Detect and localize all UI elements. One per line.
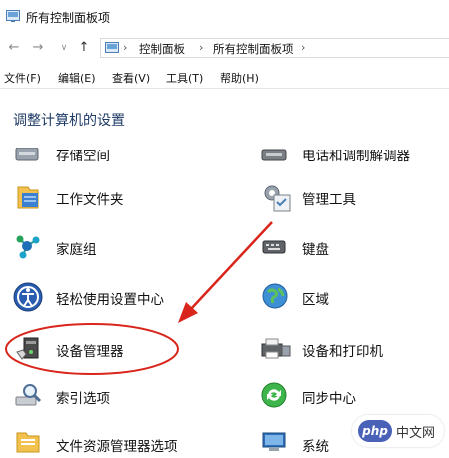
file-explorer-options-icon	[16, 432, 40, 453]
item-label: 同步中心	[302, 391, 356, 407]
up-arrow-icon[interactable]: ↑	[76, 40, 92, 56]
admin-tools-icon	[264, 185, 291, 212]
sync-center-icon	[261, 382, 287, 408]
devices-printers-icon	[261, 338, 291, 359]
item-label: 区域	[302, 292, 329, 308]
item-label: 轻松使用设置中心	[56, 292, 164, 308]
item-label: 电话和调制解调器	[302, 148, 410, 164]
menu-help[interactable]: 帮助(H)	[220, 70, 259, 86]
device-manager-icon	[16, 337, 39, 360]
item-label: 设备管理器	[56, 344, 124, 360]
title-bar: 所有控制面板项	[0, 0, 449, 34]
menu-edit[interactable]: 编辑(E)	[58, 70, 96, 86]
menu-bar: 文件(F) 编辑(E) 查看(V) 工具(T) 帮助(H)	[0, 66, 449, 89]
item-label: 系统	[302, 439, 329, 455]
system-icon	[262, 432, 286, 451]
forward-arrow-icon[interactable]: →	[30, 40, 46, 56]
breadcrumb-separator-icon: ›	[123, 41, 128, 54]
watermark-logo: php	[358, 420, 392, 442]
back-arrow-icon[interactable]: ←	[6, 40, 22, 56]
item-label: 设备和打印机	[302, 344, 383, 360]
window-title: 所有控制面板项	[26, 11, 111, 25]
item-label: 键盘	[302, 242, 329, 258]
homegroup-icon	[16, 235, 40, 259]
indexing-options-icon	[15, 384, 42, 406]
work-folders-icon	[17, 186, 39, 209]
menu-tools[interactable]: 工具(T)	[166, 70, 203, 86]
address-box[interactable]: › 控制面板 › 所有控制面板项 ›	[100, 38, 449, 58]
breadcrumb-separator-icon: ›	[199, 41, 204, 54]
ease-of-access-icon	[13, 282, 43, 312]
item-label: 文件资源管理器选项	[56, 439, 178, 455]
control-panel-icon	[105, 42, 119, 53]
watermark: php 中文网	[352, 415, 444, 447]
address-bar: ← → ∨ ↑ › 控制面板 › 所有控制面板项 ›	[0, 34, 449, 62]
item-label: 管理工具	[302, 192, 356, 208]
item-label: 工作文件夹	[56, 192, 124, 208]
item-label: 索引选项	[56, 391, 110, 407]
watermark-text: 中文网	[396, 426, 436, 441]
menu-view[interactable]: 查看(V)	[112, 70, 150, 86]
storage-icon	[14, 136, 42, 164]
control-panel-icon	[6, 10, 20, 22]
phone-modem-icon	[260, 136, 288, 164]
breadcrumb-control-panel[interactable]: 控制面板	[139, 41, 185, 57]
item-label: 存储空间	[56, 148, 110, 164]
breadcrumb-all-items[interactable]: 所有控制面板项	[213, 41, 294, 57]
item-label: 家庭组	[56, 242, 97, 258]
page-heading: 调整计算机的设置	[13, 113, 125, 129]
keyboard-icon	[262, 240, 286, 254]
recent-locations-chevron-icon[interactable]: ∨	[56, 40, 72, 56]
region-icon	[262, 283, 288, 309]
breadcrumb-separator-icon: ›	[301, 41, 306, 54]
menu-file[interactable]: 文件(F)	[4, 70, 41, 86]
annotation-arrow-head-icon	[178, 302, 198, 323]
